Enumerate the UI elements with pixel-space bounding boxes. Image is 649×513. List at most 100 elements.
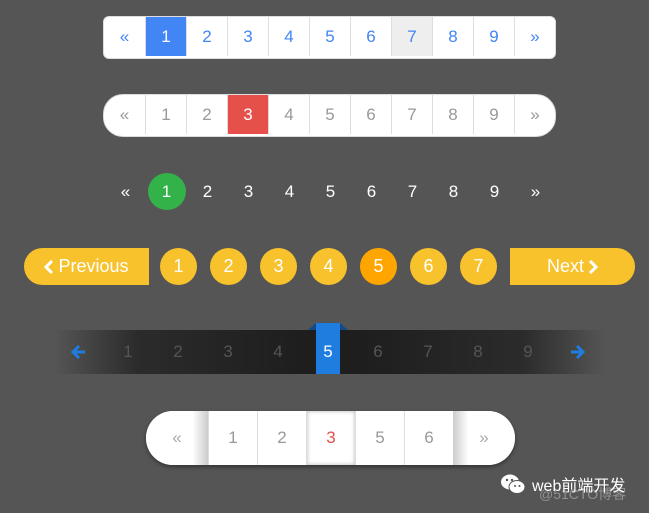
next-button[interactable]: » [453,411,515,465]
page-button-6-label: 6 [366,26,376,46]
page-button-3[interactable]: 3 [228,173,269,210]
prev-button[interactable] [55,330,103,374]
page-button-6[interactable]: 6 [353,330,403,374]
page-button-1-label: 1 [147,173,186,210]
page-button-1[interactable]: 1 [160,248,197,285]
page-button-5[interactable]: 5 [310,173,351,210]
next-button-label: » [530,104,540,124]
page-button-5[interactable]: 5 [309,95,350,134]
page-button-2[interactable]: 2 [210,248,247,285]
page-button-5-label: 5 [325,104,335,124]
page-button-3-label: 3 [243,26,253,46]
pagination-bordered: « 1 2 3 4 5 6 7 8 9 » [103,16,556,59]
page-button-5[interactable]: 5 [316,323,340,374]
page-button-7-label: 7 [407,26,417,46]
page-button-6-label: 6 [366,181,377,201]
next-button[interactable]: » [514,17,555,56]
previous-label: Previous [58,256,129,276]
page-button-9[interactable]: 9 [473,17,514,56]
page-button-6[interactable]: 6 [350,17,391,56]
page-button-7-label: 7 [407,181,418,201]
page-button-6[interactable]: 6 [404,411,453,465]
page-button-1[interactable]: 1 [146,173,187,210]
page-button-1[interactable]: 1 [145,95,186,134]
page-button-8[interactable]: 8 [432,17,473,56]
page-button-4[interactable]: 4 [268,95,309,134]
page-button-1[interactable]: 1 [103,330,153,374]
page-button-1[interactable]: 1 [208,411,257,465]
page-button-2-label: 2 [202,26,212,46]
page-button-5-label: 5 [375,428,385,447]
page-button-4[interactable]: 4 [269,173,310,210]
page-button-3[interactable]: 3 [306,411,355,465]
next-button[interactable]: Next [510,248,635,285]
page-button-7-label: 7 [407,104,417,124]
page-button-9[interactable]: 9 [474,173,515,210]
page-button-9-label: 9 [489,181,500,201]
page-button-7[interactable]: 7 [391,95,432,134]
page-button-2-label: 2 [223,256,234,276]
wechat-icon [501,474,526,494]
page-button-6[interactable]: 6 [350,95,391,134]
page-button-3[interactable]: 3 [203,330,253,374]
prev-button[interactable]: « [104,17,145,56]
page-button-4-label: 4 [284,181,295,201]
page-button-9-label: 9 [489,104,499,124]
page-button-2-label: 2 [202,181,213,201]
pagination-dark: 1 2 3 4 5 6 7 8 9 [55,323,605,374]
page-button-8-label: 8 [473,342,483,361]
page-button-2[interactable]: 2 [257,411,306,465]
page-button-6-label: 6 [366,104,376,124]
page-button-8-label: 8 [448,104,458,124]
page-button-9[interactable]: 9 [473,95,514,134]
page-button-2[interactable]: 2 [153,330,203,374]
arrow-left-icon [71,344,85,360]
page-button-7[interactable]: 7 [403,330,453,374]
next-button[interactable]: » [514,95,555,134]
page-button-9[interactable]: 9 [503,330,553,374]
page-button-6[interactable]: 6 [410,248,447,285]
page-button-4[interactable]: 4 [268,17,309,56]
page-button-8[interactable]: 8 [453,330,503,374]
page-button-2[interactable]: 2 [186,95,227,134]
page-button-3[interactable]: 3 [227,95,268,134]
prev-button[interactable]: « [146,411,208,465]
page-button-2[interactable]: 2 [186,17,227,56]
page-button-4-label: 4 [323,256,334,276]
page-button-6-label: 6 [373,342,383,361]
page-button-5[interactable]: 5 [355,411,404,465]
page-button-5[interactable]: 5 [360,248,397,285]
page-button-4[interactable]: 4 [310,248,347,285]
page-button-3[interactable]: 3 [260,248,297,285]
page-button-6[interactable]: 6 [351,173,392,210]
page-button-2[interactable]: 2 [187,173,228,210]
page-button-4-label: 4 [273,342,283,361]
next-button[interactable] [553,330,601,374]
page-button-3-label: 3 [326,428,336,447]
page-button-5-label: 5 [325,26,335,46]
page-button-5-label: 5 [323,342,333,361]
chevron-left-icon [44,259,54,274]
page-button-8[interactable]: 8 [433,173,474,210]
prev-button[interactable]: « [104,95,145,134]
page-button-5-label: 5 [325,181,336,201]
page-button-8[interactable]: 8 [432,95,473,134]
page-button-5[interactable]: 5 [309,17,350,56]
page-button-8-label: 8 [448,181,459,201]
page-button-6-label: 6 [423,256,434,276]
page-button-1[interactable]: 1 [145,17,186,56]
page-button-1-label: 1 [161,26,171,46]
previous-button[interactable]: Previous [24,248,149,285]
page-button-7[interactable]: 7 [392,173,433,210]
page-button-7[interactable]: 7 [391,17,432,56]
page-button-3[interactable]: 3 [227,17,268,56]
page-button-1-label: 1 [228,428,238,447]
page-button-2-label: 2 [202,104,212,124]
next-button[interactable]: » [515,173,556,210]
prev-button[interactable]: « [105,173,146,210]
prev-button-label: « [172,428,182,447]
page-button-7[interactable]: 7 [460,248,497,285]
page-button-9-label: 9 [489,26,499,46]
next-button-label: » [530,26,540,46]
page-button-4[interactable]: 4 [253,330,303,374]
